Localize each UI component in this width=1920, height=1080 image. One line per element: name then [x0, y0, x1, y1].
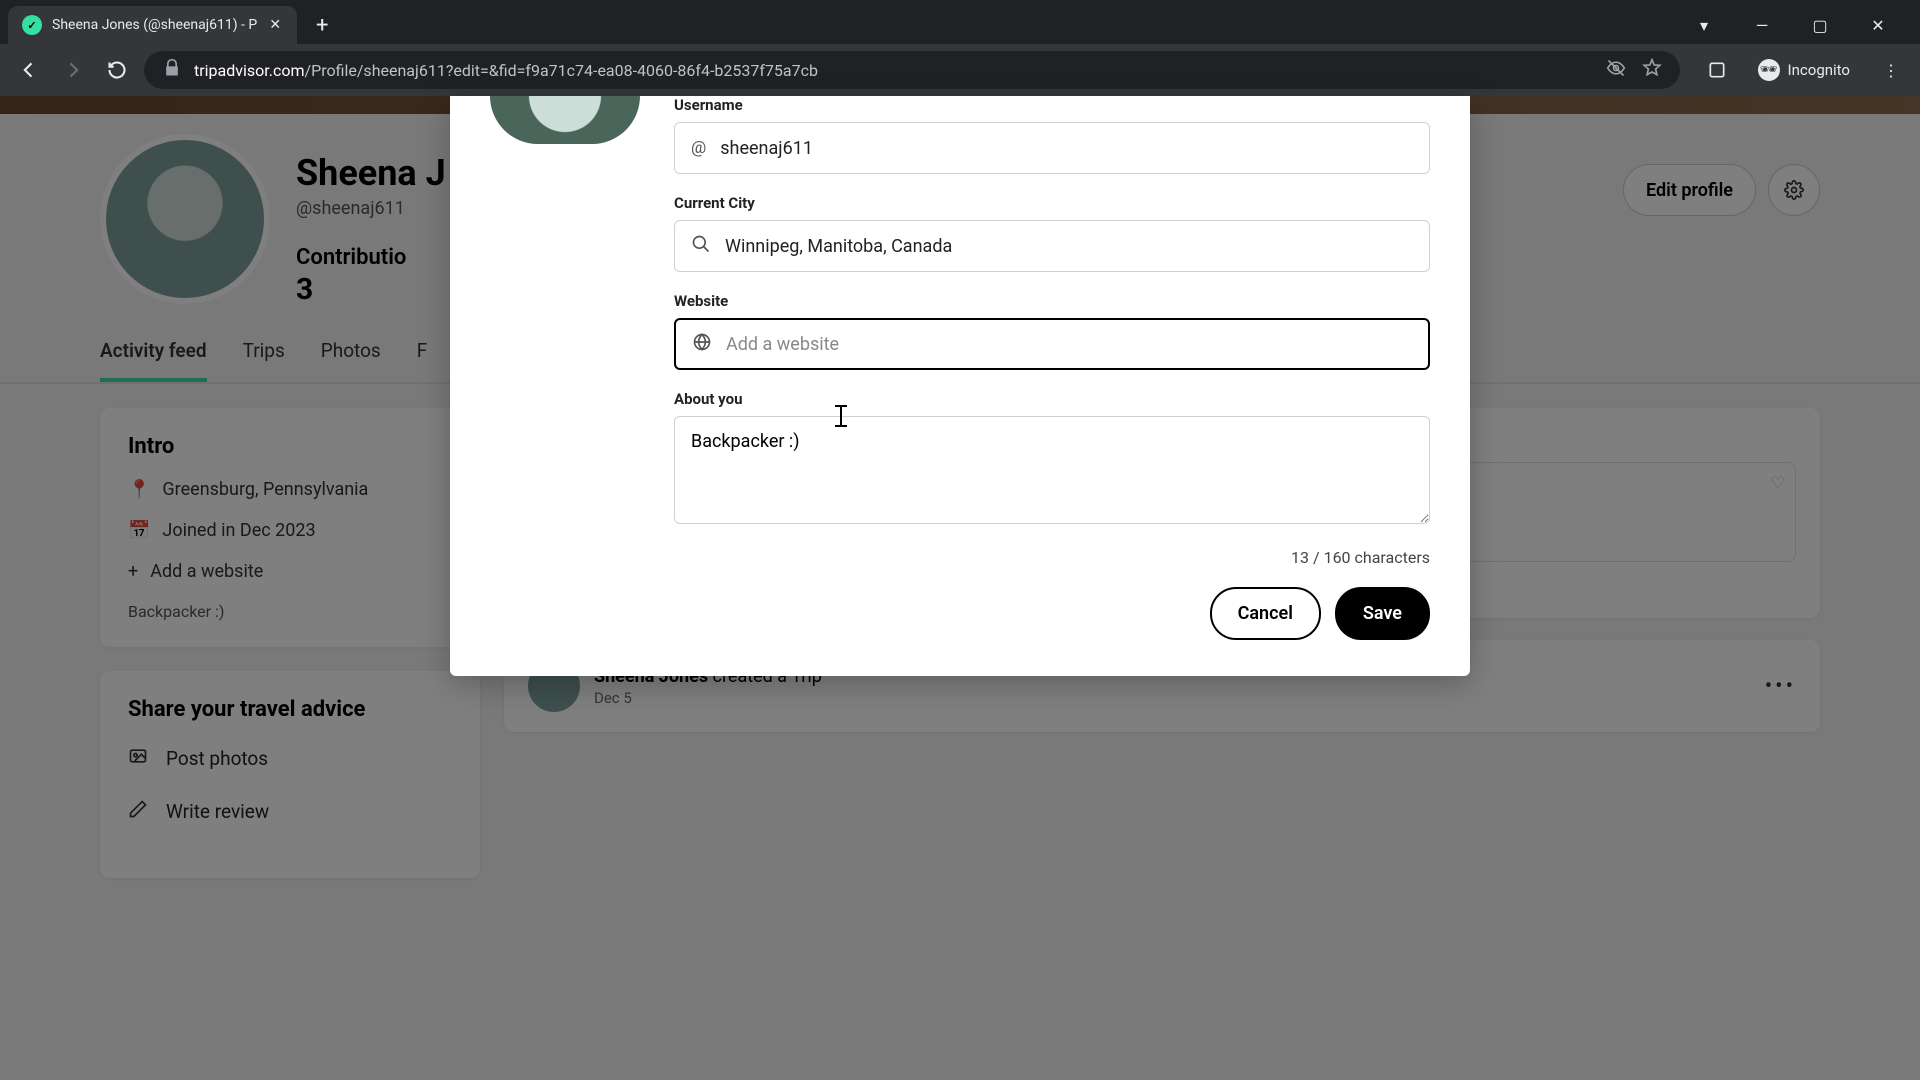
- lock-icon: [162, 58, 182, 82]
- browser-tab[interactable]: ✓ Sheena Jones (@sheenaj611) - P ✕: [8, 6, 297, 44]
- maximize-icon[interactable]: ▢: [1800, 10, 1840, 40]
- eye-off-icon[interactable]: [1606, 58, 1626, 82]
- website-input[interactable]: [726, 334, 1412, 355]
- browser-toolbar: tripadvisor.com/Profile/sheenaj611?edit=…: [0, 44, 1920, 96]
- close-window-icon[interactable]: ✕: [1858, 10, 1898, 40]
- username-label: Username: [674, 96, 1430, 114]
- kebab-menu-icon[interactable]: ⋮: [1874, 53, 1908, 87]
- edit-profile-modal: Username @ Current City Website: [450, 96, 1470, 676]
- at-sign-icon: @: [691, 138, 706, 158]
- text-cursor: [833, 405, 849, 427]
- website-label: Website: [674, 292, 1430, 310]
- reload-button[interactable]: [100, 53, 134, 87]
- about-textarea[interactable]: [674, 416, 1430, 524]
- forward-button[interactable]: [56, 53, 90, 87]
- about-field-group: About you: [674, 390, 1430, 528]
- minimize-icon[interactable]: —: [1742, 10, 1782, 40]
- city-label: Current City: [674, 194, 1430, 212]
- bookmark-star-icon[interactable]: [1642, 58, 1662, 82]
- tab-title: Sheena Jones (@sheenaj611) - P: [52, 17, 257, 33]
- username-field-group: Username @: [674, 96, 1430, 174]
- character-count: 13 / 160 characters: [674, 548, 1430, 567]
- tab-strip: ✓ Sheena Jones (@sheenaj611) - P ✕ + ▾ —…: [0, 0, 1920, 44]
- about-label: About you: [674, 390, 1430, 408]
- username-input[interactable]: [720, 138, 1413, 159]
- window-controls: ▾ — ▢ ✕: [1684, 6, 1912, 44]
- tripadvisor-favicon: ✓: [22, 15, 42, 35]
- url-text: tripadvisor.com/Profile/sheenaj611?edit=…: [194, 61, 818, 80]
- incognito-indicator[interactable]: 🕶 Incognito: [1748, 53, 1860, 87]
- modal-avatar[interactable]: [490, 96, 640, 144]
- save-button[interactable]: Save: [1335, 587, 1430, 640]
- browser-chrome: ✓ Sheena Jones (@sheenaj611) - P ✕ + ▾ —…: [0, 0, 1920, 96]
- back-button[interactable]: [12, 53, 46, 87]
- close-tab-icon[interactable]: ✕: [267, 17, 283, 33]
- city-input[interactable]: [725, 236, 1413, 257]
- globe-icon: [692, 332, 712, 357]
- city-field-group: Current City: [674, 194, 1430, 272]
- new-tab-button[interactable]: +: [307, 10, 337, 40]
- extensions-icon[interactable]: [1700, 53, 1734, 87]
- search-icon: [691, 234, 711, 259]
- address-bar[interactable]: tripadvisor.com/Profile/sheenaj611?edit=…: [144, 51, 1680, 89]
- cancel-button[interactable]: Cancel: [1210, 587, 1321, 640]
- website-field-group: Website: [674, 292, 1430, 370]
- chevron-down-icon[interactable]: ▾: [1684, 10, 1724, 40]
- incognito-icon: 🕶: [1758, 59, 1780, 81]
